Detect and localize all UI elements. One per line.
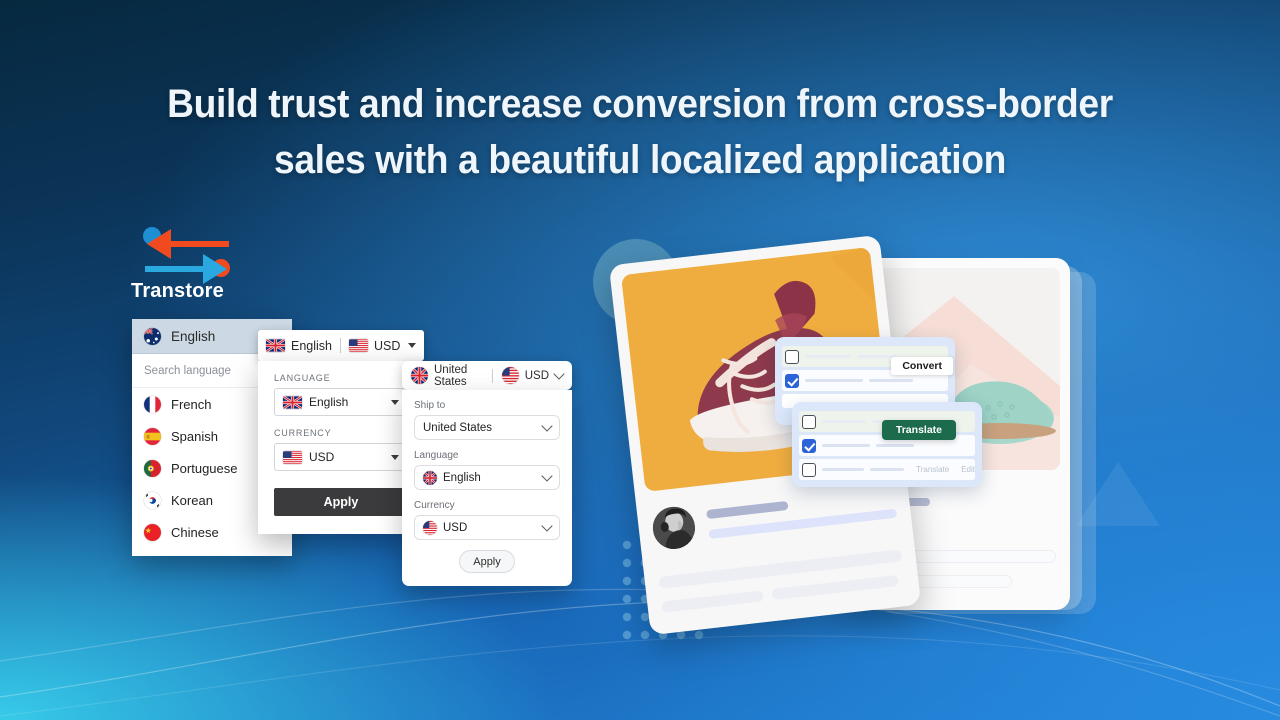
france-flag-icon	[144, 395, 161, 413]
page-title: Build trust and increase conversion from…	[45, 76, 1235, 188]
row-checkbox-checked[interactable]	[802, 438, 816, 453]
switcher-bar-country: United States	[434, 363, 468, 388]
switcher-bar-currency: USD	[374, 338, 401, 353]
language-select-value: English	[309, 395, 349, 409]
chevron-down-icon[interactable]	[541, 520, 553, 532]
china-flag-icon	[144, 523, 161, 541]
search-language-placeholder: Search language	[144, 364, 231, 377]
united-states-flag-icon	[349, 339, 368, 352]
chevron-down-icon[interactable]	[541, 420, 553, 432]
language-option-label: French	[171, 396, 212, 412]
language-option-label: Spanish	[171, 428, 218, 444]
language-selected-label: English	[171, 328, 216, 344]
united-kingdom-flag-icon	[423, 470, 437, 485]
switcher-bar-language: English	[291, 338, 332, 353]
currency-field-label: CURRENCY	[274, 428, 332, 438]
row-checkbox[interactable]	[802, 462, 816, 477]
currency-select-value: USD	[309, 450, 335, 464]
switcher-classic-bar[interactable]: English USD	[258, 330, 424, 361]
row-checkbox[interactable]	[785, 349, 799, 364]
language-option-label: Portuguese	[171, 460, 238, 476]
language-option-label: Korean	[171, 492, 213, 508]
chevron-down-icon[interactable]	[553, 368, 565, 380]
switcher-classic-dropdown[interactable]: LANGUAGE English CURRENCY USD Apply	[258, 361, 424, 534]
united-states-flag-icon	[283, 450, 302, 464]
language-label: Language	[414, 450, 459, 461]
headline-line-2: sales with a beautiful localized applica…	[274, 138, 1006, 182]
united-kingdom-flag-icon	[283, 395, 302, 409]
headline-line-1: Build trust and increase conversion from…	[167, 82, 1113, 126]
south-korea-flag-icon	[144, 491, 161, 509]
portugal-flag-icon	[144, 459, 161, 477]
spain-flag-icon	[144, 427, 161, 445]
ship-to-label: Ship to	[414, 400, 446, 411]
switcher-modern-dropdown[interactable]: Ship to United States Language English C…	[402, 390, 572, 586]
row-checkbox[interactable]	[802, 414, 816, 429]
language-option-label: Chinese	[171, 524, 219, 540]
united-kingdom-flag-icon	[411, 367, 428, 384]
ship-to-value: United States	[423, 421, 493, 434]
united-kingdom-flag-icon	[266, 339, 285, 352]
caret-down-icon[interactable]	[391, 454, 399, 460]
caret-down-icon[interactable]	[408, 343, 416, 348]
convert-button[interactable]: Convert	[891, 357, 953, 375]
currency-select[interactable]: USD	[274, 443, 408, 471]
currency-value: USD	[443, 521, 468, 534]
translate-button[interactable]: Translate	[881, 420, 956, 440]
caret-down-icon[interactable]	[391, 399, 399, 405]
apply-button[interactable]: Apply	[274, 488, 408, 516]
switcher-modern-bar[interactable]: United States USD	[402, 361, 572, 390]
row-translate-link[interactable]: Translate	[916, 465, 949, 474]
united-states-flag-icon	[423, 520, 437, 535]
language-field-label: LANGUAGE	[274, 373, 331, 383]
row-checkbox-checked[interactable]	[785, 373, 799, 388]
brand-name: Transtore	[131, 280, 224, 302]
currency-label: Currency	[414, 500, 455, 511]
switcher-bar-currency: USD	[524, 369, 549, 382]
chevron-down-icon[interactable]	[541, 470, 553, 482]
user-avatar-photo	[650, 504, 698, 552]
row-edit-link[interactable]: Edit	[961, 465, 975, 474]
language-select[interactable]: English	[274, 388, 408, 416]
language-select[interactable]: English	[414, 465, 560, 490]
ship-to-select[interactable]: United States	[414, 415, 560, 440]
apply-button[interactable]: Apply	[459, 550, 515, 573]
language-value: English	[443, 471, 481, 484]
product-translate-panel[interactable]: Translate Edit Translate	[792, 402, 982, 487]
bar-divider	[492, 368, 493, 383]
table-row[interactable]: Translate Edit	[799, 459, 975, 480]
united-states-flag-icon	[501, 367, 519, 384]
bar-divider	[340, 338, 341, 353]
australia-flag-icon	[144, 327, 161, 345]
currency-select[interactable]: USD	[414, 515, 560, 540]
